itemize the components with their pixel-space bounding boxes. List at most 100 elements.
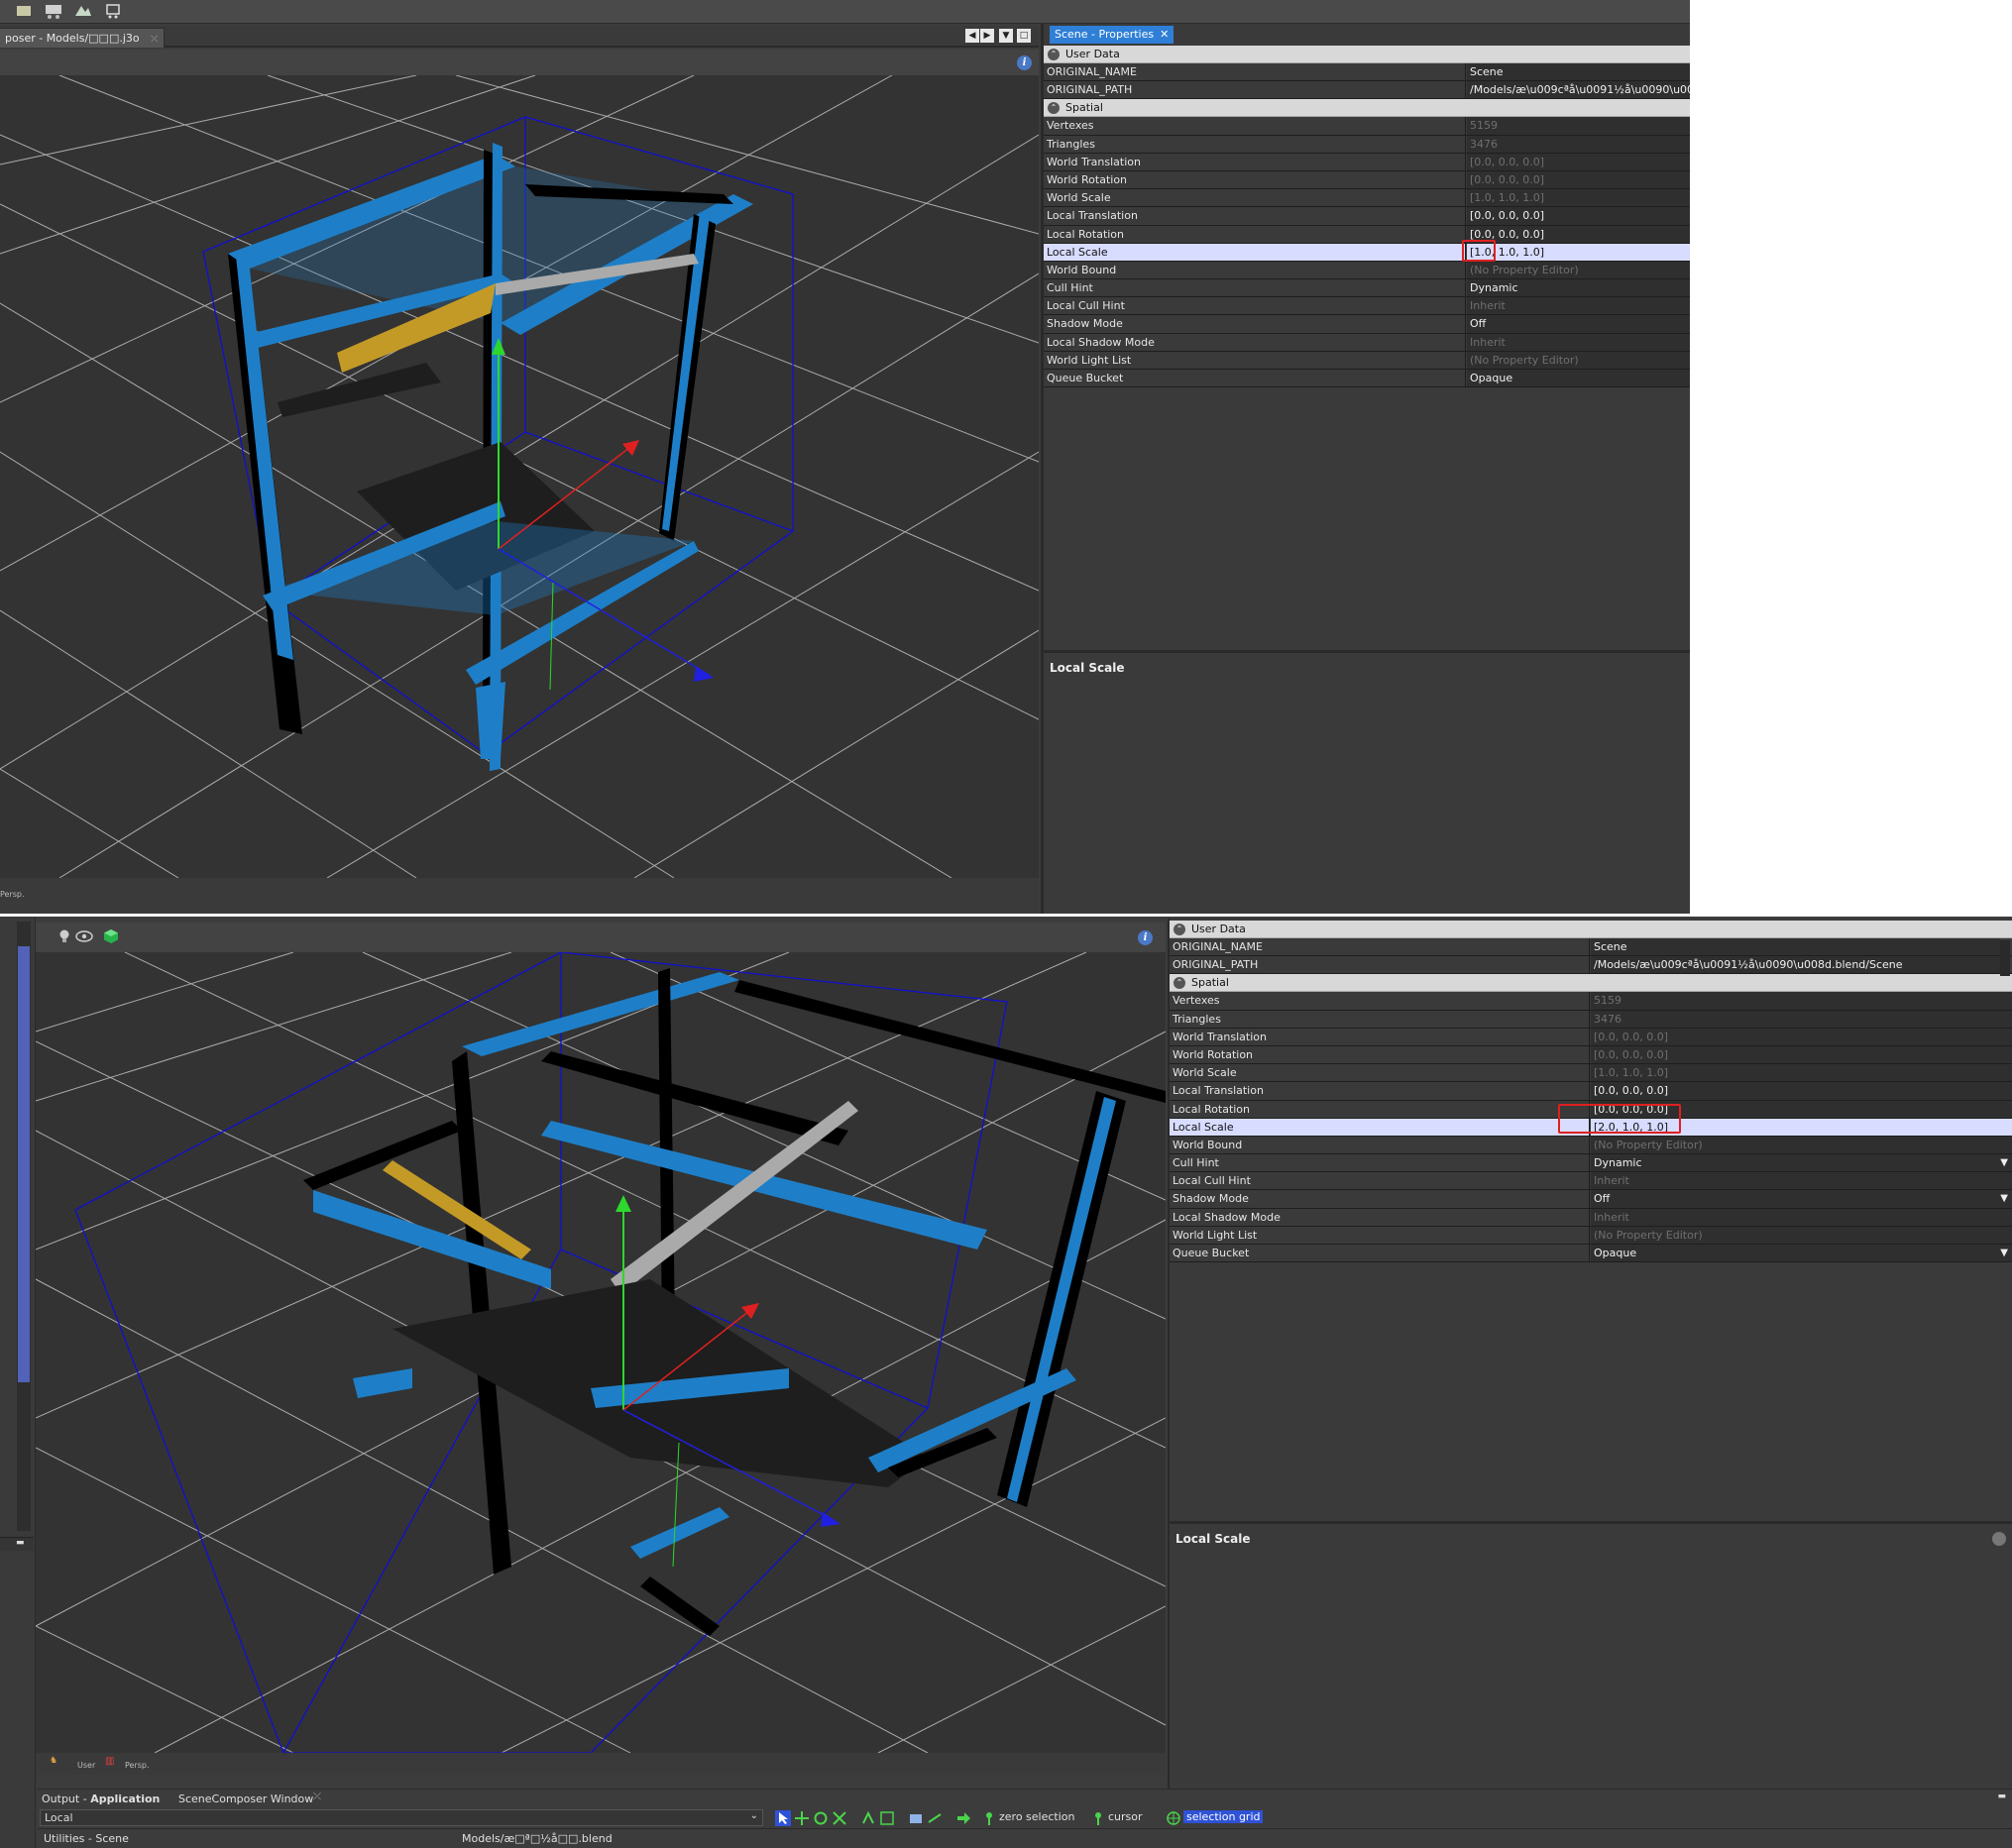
3d-viewport[interactable] (0, 75, 1039, 878)
property-row[interactable]: World Rotation [0.0, 0.0, 0.0] (1044, 170, 1690, 190)
property-row[interactable]: Cull Hint Dynamic ▼ (1170, 1154, 2012, 1173)
cursor-label[interactable]: cursor (1108, 1810, 1143, 1823)
tab-list-icon[interactable]: ▼ (999, 29, 1013, 43)
selection-grid-icon[interactable] (1166, 1810, 1181, 1826)
minimize-icon[interactable]: ▬ (16, 1538, 25, 1548)
property-row[interactable]: Triangles 3476 (1044, 135, 1690, 154)
property-row[interactable]: World Translation [0.0, 0.0, 0.0] (1170, 1028, 2012, 1046)
utilities-scene-tab[interactable]: Utilities - Scene (44, 1832, 129, 1845)
collapse-icon[interactable]: ⌃ (1048, 102, 1060, 115)
property-row[interactable]: Local Translation [0.0, 0.0, 0.0] (1044, 207, 1690, 226)
property-value[interactable]: Off (1591, 1190, 2012, 1208)
property-row[interactable]: ORIGINAL_NAME Scene (1044, 63, 1690, 82)
dropdown-arrow-icon[interactable]: ▼ (2000, 1154, 2008, 1171)
property-value[interactable]: Opaque (1467, 370, 1690, 387)
cube-icon[interactable] (103, 928, 119, 944)
property-value[interactable]: /Models/æ\u009cªå\u0091½å\u0090\u00 (1467, 81, 1690, 99)
persp-camera-icon[interactable]: ▥ (105, 1756, 114, 1767)
snap-tool-icon[interactable] (860, 1810, 876, 1826)
property-value[interactable]: Dynamic (1591, 1154, 2012, 1172)
collapse-icon[interactable]: ⌃ (1048, 49, 1060, 60)
move-tool-icon[interactable] (794, 1810, 810, 1826)
camera-tool-icon[interactable] (908, 1810, 924, 1826)
properties-tab[interactable]: Scene - Properties ✕ (1050, 26, 1174, 44)
collapse-icon[interactable]: ⌃ (1174, 924, 1185, 935)
scene-composer-tab[interactable]: poser - Models/□□□.j3o ⤫ (0, 28, 166, 48)
property-row[interactable]: Local Cull Hint Inherit (1170, 1172, 2012, 1191)
collapse-icon[interactable]: ⌃ (1174, 977, 1185, 990)
property-row[interactable]: Local Cull Hint Inherit (1044, 297, 1690, 316)
zero-selection-label[interactable]: zero selection (999, 1810, 1075, 1823)
property-row[interactable]: Shadow Mode Off (1044, 315, 1690, 334)
scale-tool-icon[interactable] (832, 1810, 847, 1826)
property-value[interactable]: Opaque (1591, 1245, 2012, 1262)
coordinate-space-select[interactable]: Local ⌄ (40, 1809, 763, 1826)
light-bulb-icon[interactable] (57, 928, 71, 944)
close-icon[interactable]: ✕ (1160, 28, 1169, 41)
info-icon[interactable]: i (1138, 930, 1153, 945)
property-row[interactable]: Vertexes 5159 (1044, 117, 1690, 136)
eye-icon[interactable] (75, 929, 93, 943)
cursor-icon[interactable] (1090, 1810, 1106, 1826)
rotate-tool-icon[interactable] (813, 1810, 829, 1826)
scene-composer-window-tab[interactable]: SceneComposer Window (178, 1793, 313, 1805)
toolbar-terrain-icon[interactable] (73, 2, 93, 20)
property-row[interactable]: World Bound (No Property Editor) (1170, 1136, 2012, 1155)
3d-viewport[interactable] (36, 952, 1166, 1753)
property-value[interactable]: [0.0, 0.0, 0.0] (1467, 207, 1690, 225)
minimize-icon[interactable]: ▬ (1997, 1792, 2006, 1801)
property-row[interactable]: Local Rotation [0.0, 0.0, 0.0] (1044, 225, 1690, 244)
property-row[interactable]: Vertexes 5159 (1170, 992, 2012, 1011)
property-row[interactable]: Local Shadow Mode Inherit (1170, 1208, 2012, 1227)
property-value[interactable]: Off (1467, 315, 1690, 333)
section-user-data[interactable]: ⌃ User Data (1044, 46, 1690, 63)
property-row[interactable]: World Scale [1.0, 1.0, 1.0] (1044, 189, 1690, 208)
scrollbar-thumb[interactable] (18, 946, 30, 1382)
dropdown-arrow-icon[interactable]: ▼ (2000, 1245, 2008, 1261)
property-row[interactable]: World Light List (No Property Editor) (1044, 351, 1690, 370)
property-row[interactable]: ORIGINAL_PATH/Models/æ\u009cªå\u0091½å\u… (1044, 81, 1690, 100)
chevron-down-icon[interactable]: ⌄ (750, 1810, 758, 1821)
tab-close-icon[interactable]: ⤫ (151, 35, 158, 45)
maximize-icon[interactable]: □ (1017, 29, 1031, 43)
section-spatial[interactable]: ⌃ Spatial (1170, 974, 2012, 993)
property-row[interactable]: Local Translation [0.0, 0.0, 0.0] (1170, 1082, 2012, 1101)
property-row[interactable]: World Light List (No Property Editor) (1170, 1226, 2012, 1245)
zero-selection-icon[interactable] (981, 1810, 997, 1826)
property-row[interactable]: ORIGINAL_PATH/Models/æ\u009cªå\u0091½å\u… (1170, 956, 2012, 975)
grid-snap-icon[interactable] (879, 1810, 895, 1826)
property-value[interactable]: [1.0, 1.0, 1.0] (1467, 243, 1690, 261)
toolbar-cart-icon[interactable] (103, 2, 123, 20)
selection-grid-label[interactable]: selection grid (1183, 1810, 1264, 1823)
property-value[interactable]: [0.0, 0.0, 0.0] (1467, 225, 1690, 243)
user-data-scrollbar[interactable] (2000, 940, 2010, 976)
dropdown-arrow-icon[interactable]: ▼ (2000, 1190, 2008, 1207)
property-row[interactable]: Shadow Mode Off ▼ (1170, 1190, 2012, 1209)
property-row[interactable]: Cull Hint Dynamic (1044, 279, 1690, 298)
section-spatial[interactable]: ⌃ Spatial (1044, 99, 1690, 118)
property-row[interactable]: Local Shadow Mode Inherit (1044, 333, 1690, 352)
info-icon[interactable]: i (1017, 55, 1032, 70)
property-row[interactable]: Triangles 3476 (1170, 1010, 2012, 1029)
select-tool-icon[interactable] (775, 1810, 791, 1826)
property-value[interactable]: [0.0, 0.0, 0.0] (1591, 1082, 2012, 1100)
tab-prev-icon[interactable]: ◀ (965, 29, 979, 43)
property-value[interactable]: Scene (1591, 938, 2000, 956)
output-tab[interactable]: Output - Application (42, 1793, 160, 1805)
tab-next-icon[interactable]: ▶ (980, 29, 994, 43)
fly-tool-icon[interactable] (927, 1810, 943, 1826)
property-row-selected[interactable]: Local Scale [1.0, 1.0, 1.0] (1044, 243, 1690, 262)
minimize-strip[interactable]: ▬ (0, 1537, 34, 1551)
help-icon[interactable] (1992, 1532, 2006, 1546)
toolbar-model-icon[interactable] (44, 2, 63, 20)
property-row[interactable]: World Rotation [0.0, 0.0, 0.0] (1170, 1045, 2012, 1065)
property-row[interactable]: World Scale [1.0, 1.0, 1.0] (1170, 1064, 2012, 1083)
user-camera-icon[interactable]: ♞ (50, 1756, 57, 1766)
property-row[interactable]: ORIGINAL_NAME Scene (1170, 938, 2012, 957)
property-value[interactable]: Dynamic (1467, 279, 1690, 297)
property-row[interactable]: Queue Bucket Opaque ▼ (1170, 1245, 2012, 1263)
property-value[interactable]: Scene (1467, 63, 1690, 81)
arrow-right-icon[interactable] (955, 1810, 971, 1826)
tab-close-icon[interactable]: ⤫ (313, 1792, 321, 1802)
property-value[interactable]: /Models/æ\u009cªå\u0091½å\u0090\u008d.bl… (1591, 956, 2000, 974)
